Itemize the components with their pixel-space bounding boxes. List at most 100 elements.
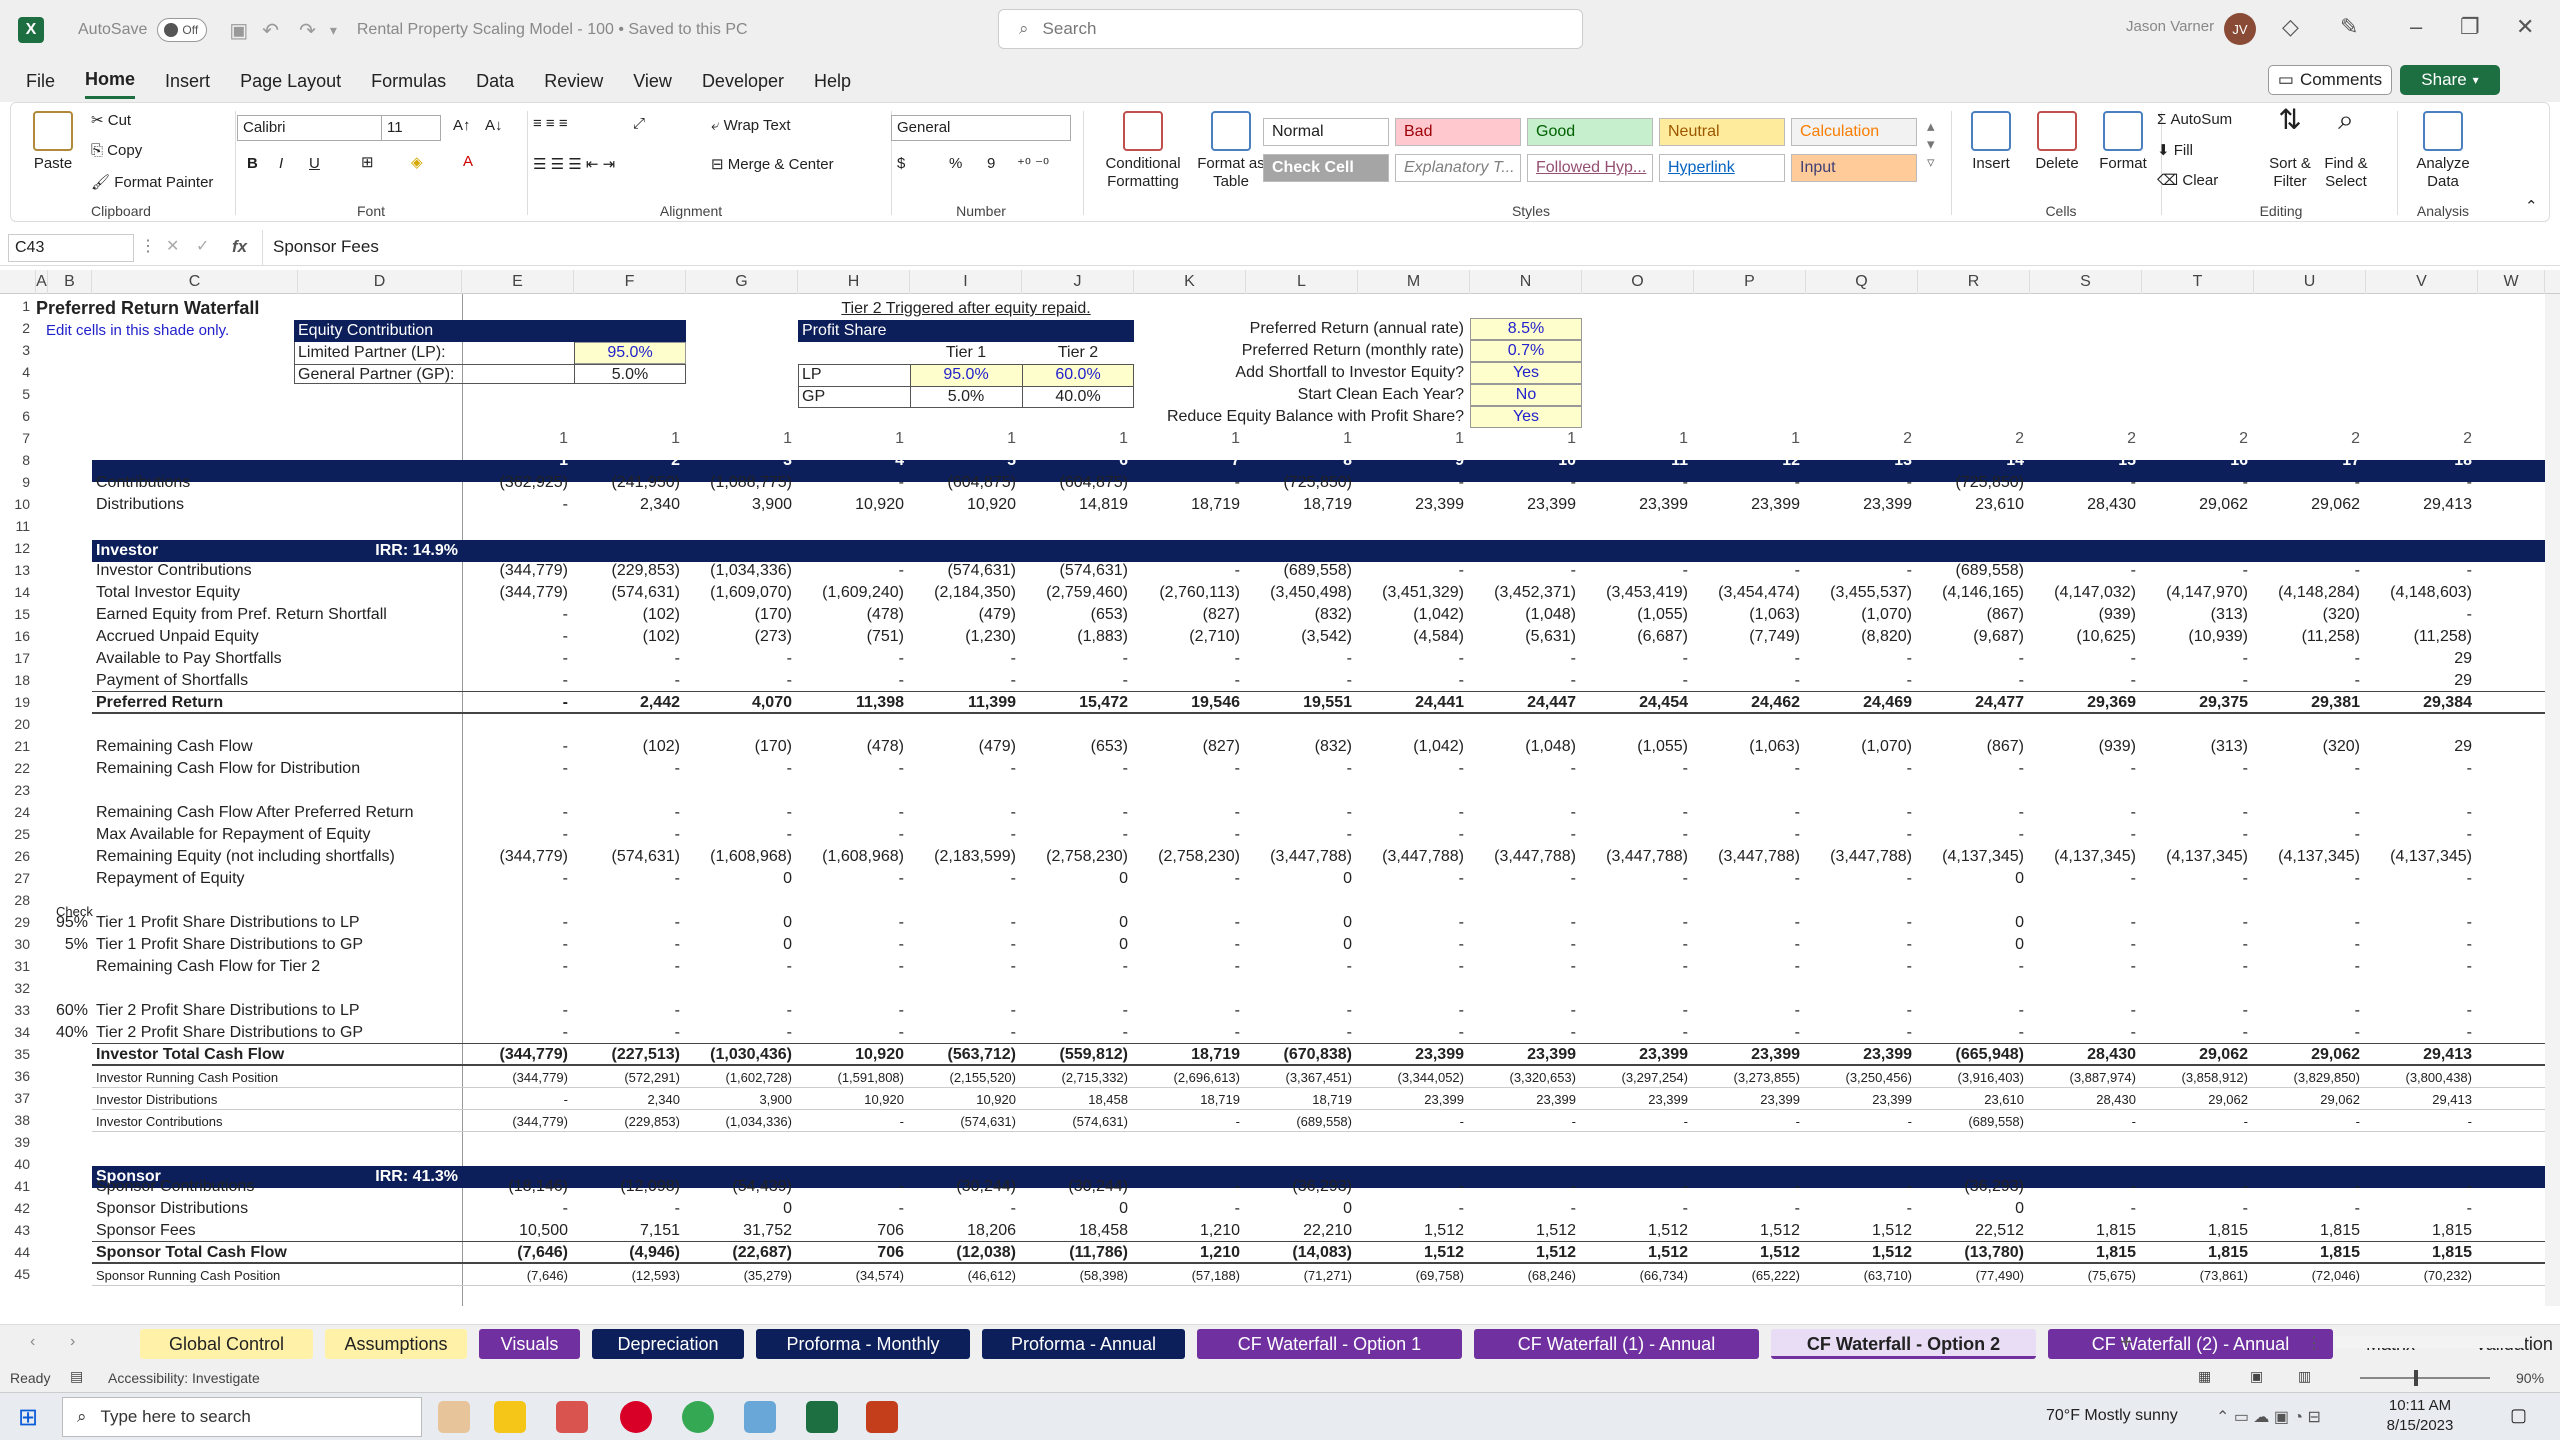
row-value[interactable]: - [1022, 760, 1128, 778]
row-value[interactable]: 23,610 [1918, 1092, 2024, 1107]
row-value[interactable]: - [1470, 1002, 1576, 1020]
row-value[interactable]: - [2030, 474, 2136, 492]
row-label[interactable]: Sponsor Fees [96, 1222, 456, 1240]
row-value[interactable]: (1,055) [1582, 606, 1688, 624]
row-value[interactable]: (2,710) [1134, 628, 1240, 646]
tier-percent[interactable]: 95% [36, 914, 88, 932]
row-header[interactable]: 12 [0, 540, 36, 556]
row-value[interactable]: (1,042) [1358, 606, 1464, 624]
row-value[interactable]: - [798, 1200, 904, 1218]
year-index[interactable]: 2 [1918, 430, 2024, 448]
row-value[interactable]: - [1582, 914, 1688, 932]
row-value[interactable]: (1,230) [910, 628, 1016, 646]
row-value[interactable]: - [2366, 1002, 2472, 1020]
row-value[interactable]: - [2366, 1178, 2472, 1196]
row-value[interactable]: (3,916,403) [1918, 1070, 2025, 1085]
row-value[interactable]: (827) [1134, 606, 1240, 624]
row-value[interactable]: (3,887,974) [2030, 1070, 2137, 1085]
row-value[interactable]: (4,148,284) [2254, 584, 2360, 602]
row-value[interactable]: (478) [798, 738, 904, 756]
row-value[interactable]: - [1806, 936, 1912, 954]
row-value[interactable]: - [462, 760, 568, 778]
row-value[interactable]: (54,439) [686, 1178, 792, 1196]
row-value[interactable]: (4,137,345) [2030, 848, 2136, 866]
row-header[interactable]: 20 [0, 716, 36, 732]
row-value[interactable]: (3,447,788) [1246, 848, 1352, 866]
row-value[interactable]: (1,088,775) [686, 474, 792, 492]
row-value[interactable]: (3,450,498) [1246, 584, 1352, 602]
row-header[interactable]: 22 [0, 760, 36, 776]
row-header[interactable]: 31 [0, 958, 36, 974]
row-value[interactable]: - [1694, 1114, 1800, 1129]
row-value[interactable]: - [1134, 1200, 1240, 1218]
row-value[interactable]: - [2254, 1024, 2360, 1042]
row-value[interactable]: 31,752 [686, 1222, 792, 1240]
row-value[interactable]: 0 [1246, 1200, 1352, 1218]
row-value[interactable]: 0 [686, 1200, 792, 1218]
pen-icon[interactable]: ✎ [2340, 14, 2358, 40]
gp-row-label[interactable]: GP [802, 388, 825, 406]
lp-tier2-value[interactable]: 60.0% [1022, 366, 1134, 384]
row-value[interactable]: - [1134, 826, 1240, 844]
tier1-header[interactable]: Tier 1 [910, 344, 1022, 362]
row-value[interactable]: (559,812) [1022, 1046, 1129, 1064]
row-value[interactable]: - [1358, 936, 1464, 954]
row-value[interactable]: (12,593) [574, 1268, 680, 1283]
row-value[interactable]: - [2030, 826, 2136, 844]
period-number[interactable]: 16 [2142, 452, 2248, 470]
styles-scroll-icon[interactable]: ▴ ▾ ▿ [1927, 117, 1935, 171]
row-value[interactable]: (3,451,329) [1358, 584, 1464, 602]
style-bad[interactable]: Bad [1395, 118, 1521, 146]
row-value[interactable]: (2,758,230) [1022, 848, 1128, 866]
sheet-tab[interactable]: CF Waterfall - Option 1 [1197, 1329, 1462, 1359]
row-value[interactable]: 706 [798, 1222, 904, 1240]
row-value[interactable]: - [1806, 1114, 1912, 1129]
row-value[interactable]: (574,631) [1022, 1114, 1128, 1129]
row-value[interactable]: 28,430 [2030, 496, 2136, 514]
row-label[interactable]: Sponsor Running Cash Position [96, 1268, 456, 1283]
row-value[interactable]: - [2254, 914, 2360, 932]
row-value[interactable]: 18,458 [1022, 1222, 1128, 1240]
row-value[interactable]: (1,591,808) [798, 1070, 905, 1085]
row-header[interactable]: 33 [0, 1002, 36, 1018]
row-value[interactable]: - [910, 760, 1016, 778]
row-value[interactable]: 0 [1022, 870, 1128, 888]
menu-review[interactable]: Review [544, 65, 603, 98]
row-header[interactable]: 5 [0, 386, 36, 402]
row-value[interactable]: - [910, 936, 1016, 954]
conditional-formatting-button[interactable]: Conditional Formatting [1093, 111, 1193, 191]
year-index[interactable]: 1 [798, 430, 904, 448]
period-number[interactable]: 1 [462, 452, 568, 470]
row-label[interactable]: Remaining Cash Flow for Tier 2 [96, 958, 456, 976]
accessibility-status[interactable]: Accessibility: Investigate [108, 1370, 260, 1386]
row-value[interactable]: (1,030,436) [686, 1046, 792, 1064]
row-value[interactable]: - [2030, 562, 2136, 580]
row-value[interactable]: - [2030, 1200, 2136, 1218]
row-value[interactable]: - [2030, 650, 2136, 668]
row-header[interactable]: 44 [0, 1244, 36, 1260]
row-header[interactable]: 6 [0, 408, 36, 424]
orientation-icon[interactable]: ⤢ [633, 115, 645, 132]
tab-scroll-right-icon[interactable]: › [70, 1333, 75, 1351]
row-value[interactable]: (4,147,032) [2030, 584, 2136, 602]
row-value[interactable]: - [1918, 760, 2024, 778]
row-value[interactable]: 18,719 [1134, 496, 1240, 514]
row-value[interactable]: - [1134, 760, 1240, 778]
font-size-select[interactable]: 11 [381, 115, 441, 141]
wrap-text-button[interactable]: ⤶ Wrap Text [711, 117, 791, 134]
row-value[interactable]: (57,188) [1134, 1268, 1240, 1283]
row-value[interactable]: (344,779) [462, 848, 569, 866]
row-value[interactable]: - [2254, 1114, 2360, 1129]
lp-label[interactable]: Limited Partner (LP): [298, 344, 446, 362]
row-value[interactable]: (1,063) [1694, 606, 1800, 624]
row-value[interactable]: - [1470, 1114, 1576, 1129]
row-value[interactable]: (22,687) [686, 1244, 792, 1262]
row-value[interactable]: 0 [1918, 1200, 2024, 1218]
row-label[interactable]: Sponsor Contributions [96, 1178, 456, 1196]
row-value[interactable]: (653) [1022, 738, 1128, 756]
row-value[interactable]: 14,819 [1022, 496, 1128, 514]
row-value[interactable]: 1,512 [1694, 1244, 1800, 1262]
row-value[interactable]: - [798, 760, 904, 778]
row-value[interactable]: - [2366, 870, 2472, 888]
row-value[interactable]: - [1358, 672, 1464, 690]
